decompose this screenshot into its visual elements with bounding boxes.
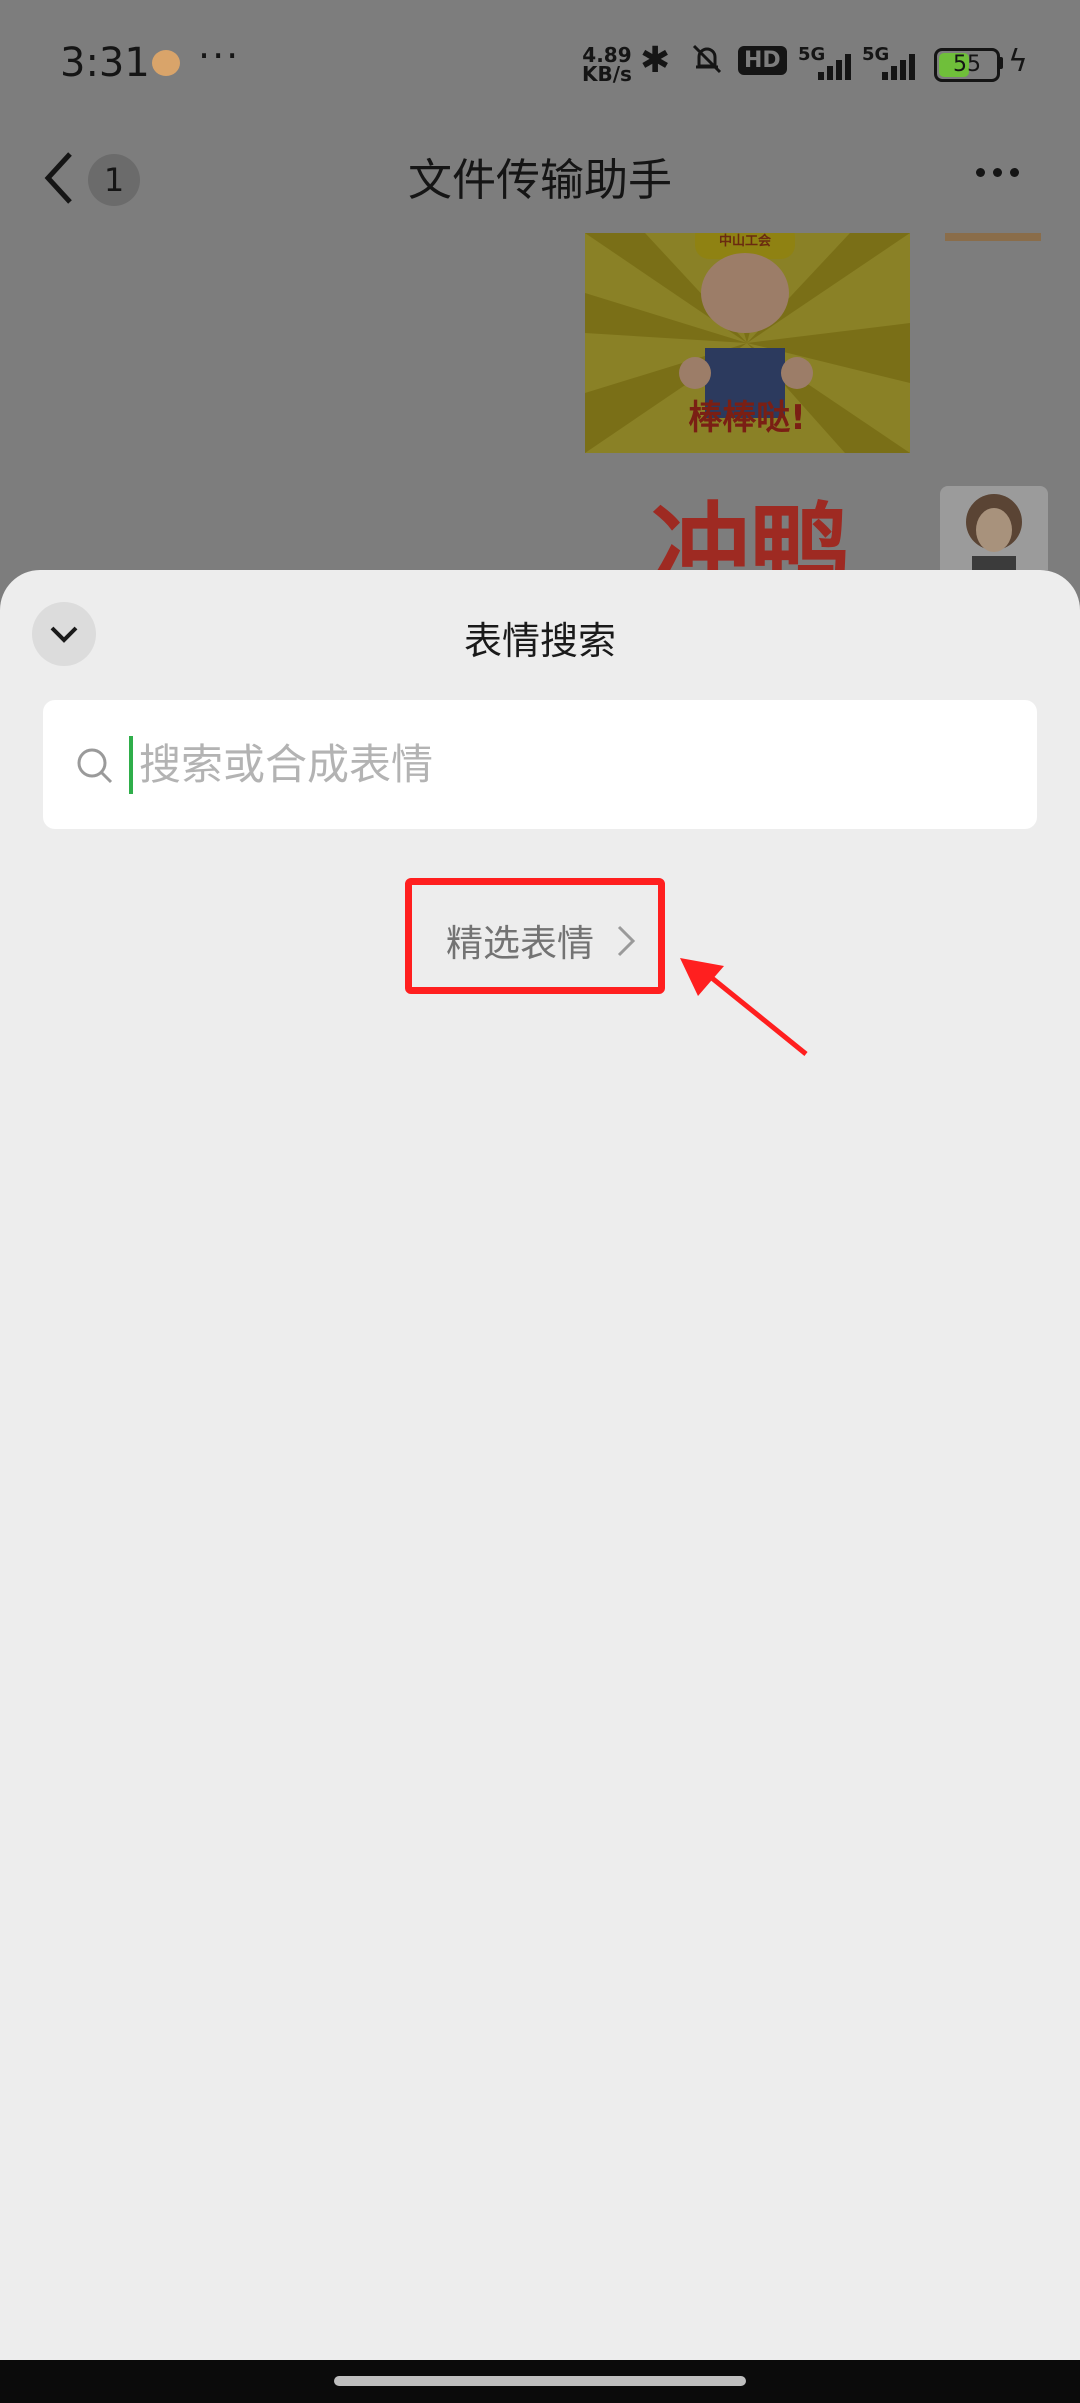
mute-bell-icon: [692, 44, 722, 74]
search-input[interactable]: [139, 728, 999, 800]
avatar[interactable]: [945, 233, 1041, 241]
featured-stickers-label: 精选表情: [446, 922, 594, 965]
avatar[interactable]: [940, 486, 1048, 570]
annotation-arrow: [680, 958, 808, 1056]
sticker-message[interactable]: 冲鸭: [640, 490, 860, 570]
battery-level: 55: [953, 52, 981, 77]
chat-header: 1 文件传输助手: [0, 130, 1080, 230]
system-navigation-bar: [0, 2360, 1080, 2403]
chevron-right-icon: [617, 925, 636, 957]
sticker-hat-text: 中山工会: [719, 233, 772, 249]
battery-icon: 55: [934, 48, 1000, 82]
sticker-image: 中山工会 棒棒哒!: [585, 233, 910, 453]
more-notifications-icon: ···: [198, 34, 241, 78]
home-indicator[interactable]: [334, 2376, 746, 2386]
text-cursor: [129, 736, 133, 794]
status-time: 3:31: [60, 40, 150, 86]
search-bar[interactable]: [43, 700, 1037, 829]
hd-voice-icon: HD: [738, 46, 787, 75]
more-icon[interactable]: [976, 168, 1019, 177]
sticker-search-sheet: 表情搜索 精选表情: [0, 570, 1080, 2360]
app-notification-icon: [152, 50, 180, 76]
charging-icon: ϟ: [1008, 44, 1028, 79]
sticker-caption: 棒棒哒!: [688, 398, 806, 438]
battery-tip: [998, 57, 1003, 69]
sticker-message[interactable]: 中山工会 棒棒哒!: [585, 233, 910, 453]
network-speed-unit: KB/s: [582, 62, 632, 86]
sticker-caption: 冲鸭: [650, 492, 850, 570]
network-speed: 4.89 KB/s: [582, 45, 632, 86]
bluetooth-icon: ✱: [640, 40, 671, 81]
sheet-title: 表情搜索: [463, 619, 616, 663]
status-bar: 3:31 ··· 4.89 KB/s ✱ HD 5G 5G 55 ϟ: [0, 0, 1080, 130]
featured-stickers-button[interactable]: 精选表情: [405, 878, 665, 994]
search-icon: [77, 748, 113, 784]
chat-title: 文件传输助手: [408, 155, 672, 206]
